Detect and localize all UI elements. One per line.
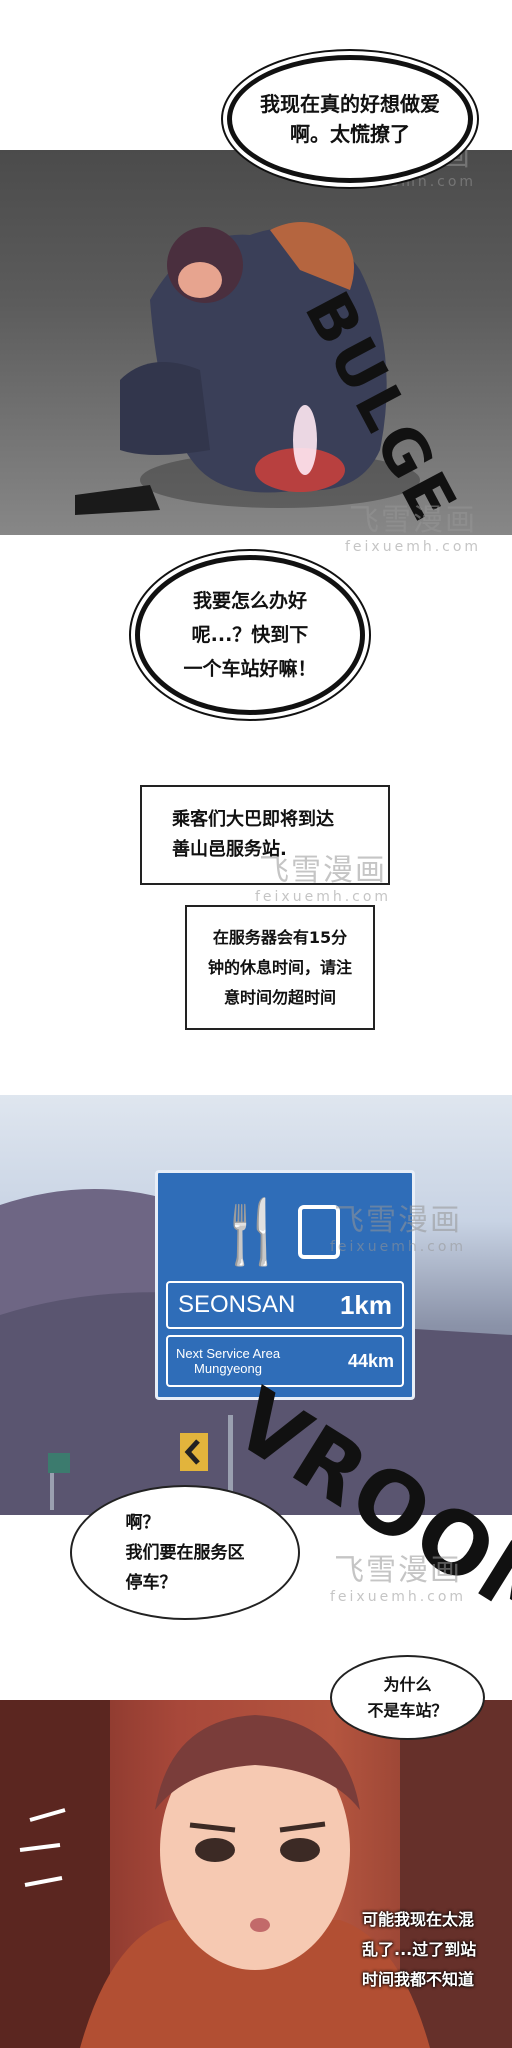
speech-bubble-1: 我现在真的好想做爱 啊。太慌撩了: [232, 60, 468, 178]
food-icon: 🍴: [213, 1195, 291, 1268]
watermark: 飞雪漫画 feixuemh.com: [255, 845, 391, 905]
watermark: 飞雪漫画 feixuemh.com: [330, 1195, 466, 1255]
watermark-en: feixuemh.com: [345, 539, 482, 555]
bubble-5-line-3: 停车？: [125, 1572, 177, 1593]
next-area-label: Next Service Area: [176, 1346, 281, 1361]
caption-line-3: 时间我都不知道: [362, 1970, 475, 1989]
caption-line-1: 可能我现在太混: [362, 1910, 475, 1929]
bubble-6-line-1: 为什么: [383, 1674, 432, 1694]
place-distance: 1km: [339, 1289, 392, 1320]
watermark: 飞雪漫画 feixuemh.com: [345, 495, 481, 555]
bubble-1-line-1: 我现在真的好想做爱: [260, 92, 440, 116]
bubble-2-line-2: 呢...？快到下: [191, 624, 309, 646]
watermark-cn: 飞雪漫画: [259, 853, 388, 888]
next-area-distance: 44km: [347, 1350, 394, 1371]
announcement-2-line-2: 钟的休息时间，请注: [207, 957, 352, 977]
bubble-2-line-1: 我要怎么办好: [192, 590, 307, 612]
panel-crouching: BULGE: [0, 150, 512, 535]
place-name: SEONSAN: [178, 1291, 296, 1318]
bubble-5-line-1: 啊？: [125, 1512, 160, 1533]
watermark-en: feixuemh.com: [255, 889, 392, 905]
announcement-2-line-3: 意时间勿超时间: [223, 987, 336, 1007]
watermark-cn: 飞雪漫画: [349, 503, 478, 538]
next-area-name: Mungyeong: [194, 1361, 262, 1376]
watermark-en: feixuemh.com: [330, 1589, 467, 1605]
watermark-cn: 飞雪漫画: [334, 1203, 463, 1238]
speech-bubble-6: 为什么 不是车站？: [330, 1655, 485, 1740]
watermark-cn: 飞雪漫画: [334, 1553, 463, 1588]
bubble-5-line-2: 我们要在服务区: [125, 1542, 245, 1563]
caption-text: 可能我现在太混 乱了...过了到站 时间我都不知道: [362, 1905, 512, 1995]
bubble-2-line-3: 一个车站好嘛！: [183, 658, 317, 680]
bubble-6-line-2: 不是车站？: [367, 1700, 448, 1720]
panel-bus-interior: [0, 1700, 512, 2048]
speech-bubble-5: 啊？ 我们要在服务区 停车？: [70, 1485, 300, 1620]
character-closeup-illustration: [0, 1700, 512, 2048]
caption-line-2: 乱了...过了到站: [362, 1940, 477, 1959]
bubble-1-line-2: 啊。太慌撩了: [290, 122, 410, 146]
watermark-en: feixuemh.com: [330, 1239, 467, 1255]
watermark: 飞雪漫画 feixuemh.com: [330, 1545, 466, 1605]
announcement-1-line-1: 乘客们大巴即将到达: [172, 809, 334, 830]
announcement-bubble-2: 在服务器会有15分 钟的休息时间，请注 意时间勿超时间: [185, 905, 375, 1030]
announcement-2-line-1: 在服务器会有15分: [212, 927, 348, 947]
speech-bubble-2: 我要怎么办好 呢...？快到下 一个车站好嘛！: [140, 560, 360, 710]
place-row: SEONSAN 1km: [166, 1281, 404, 1329]
